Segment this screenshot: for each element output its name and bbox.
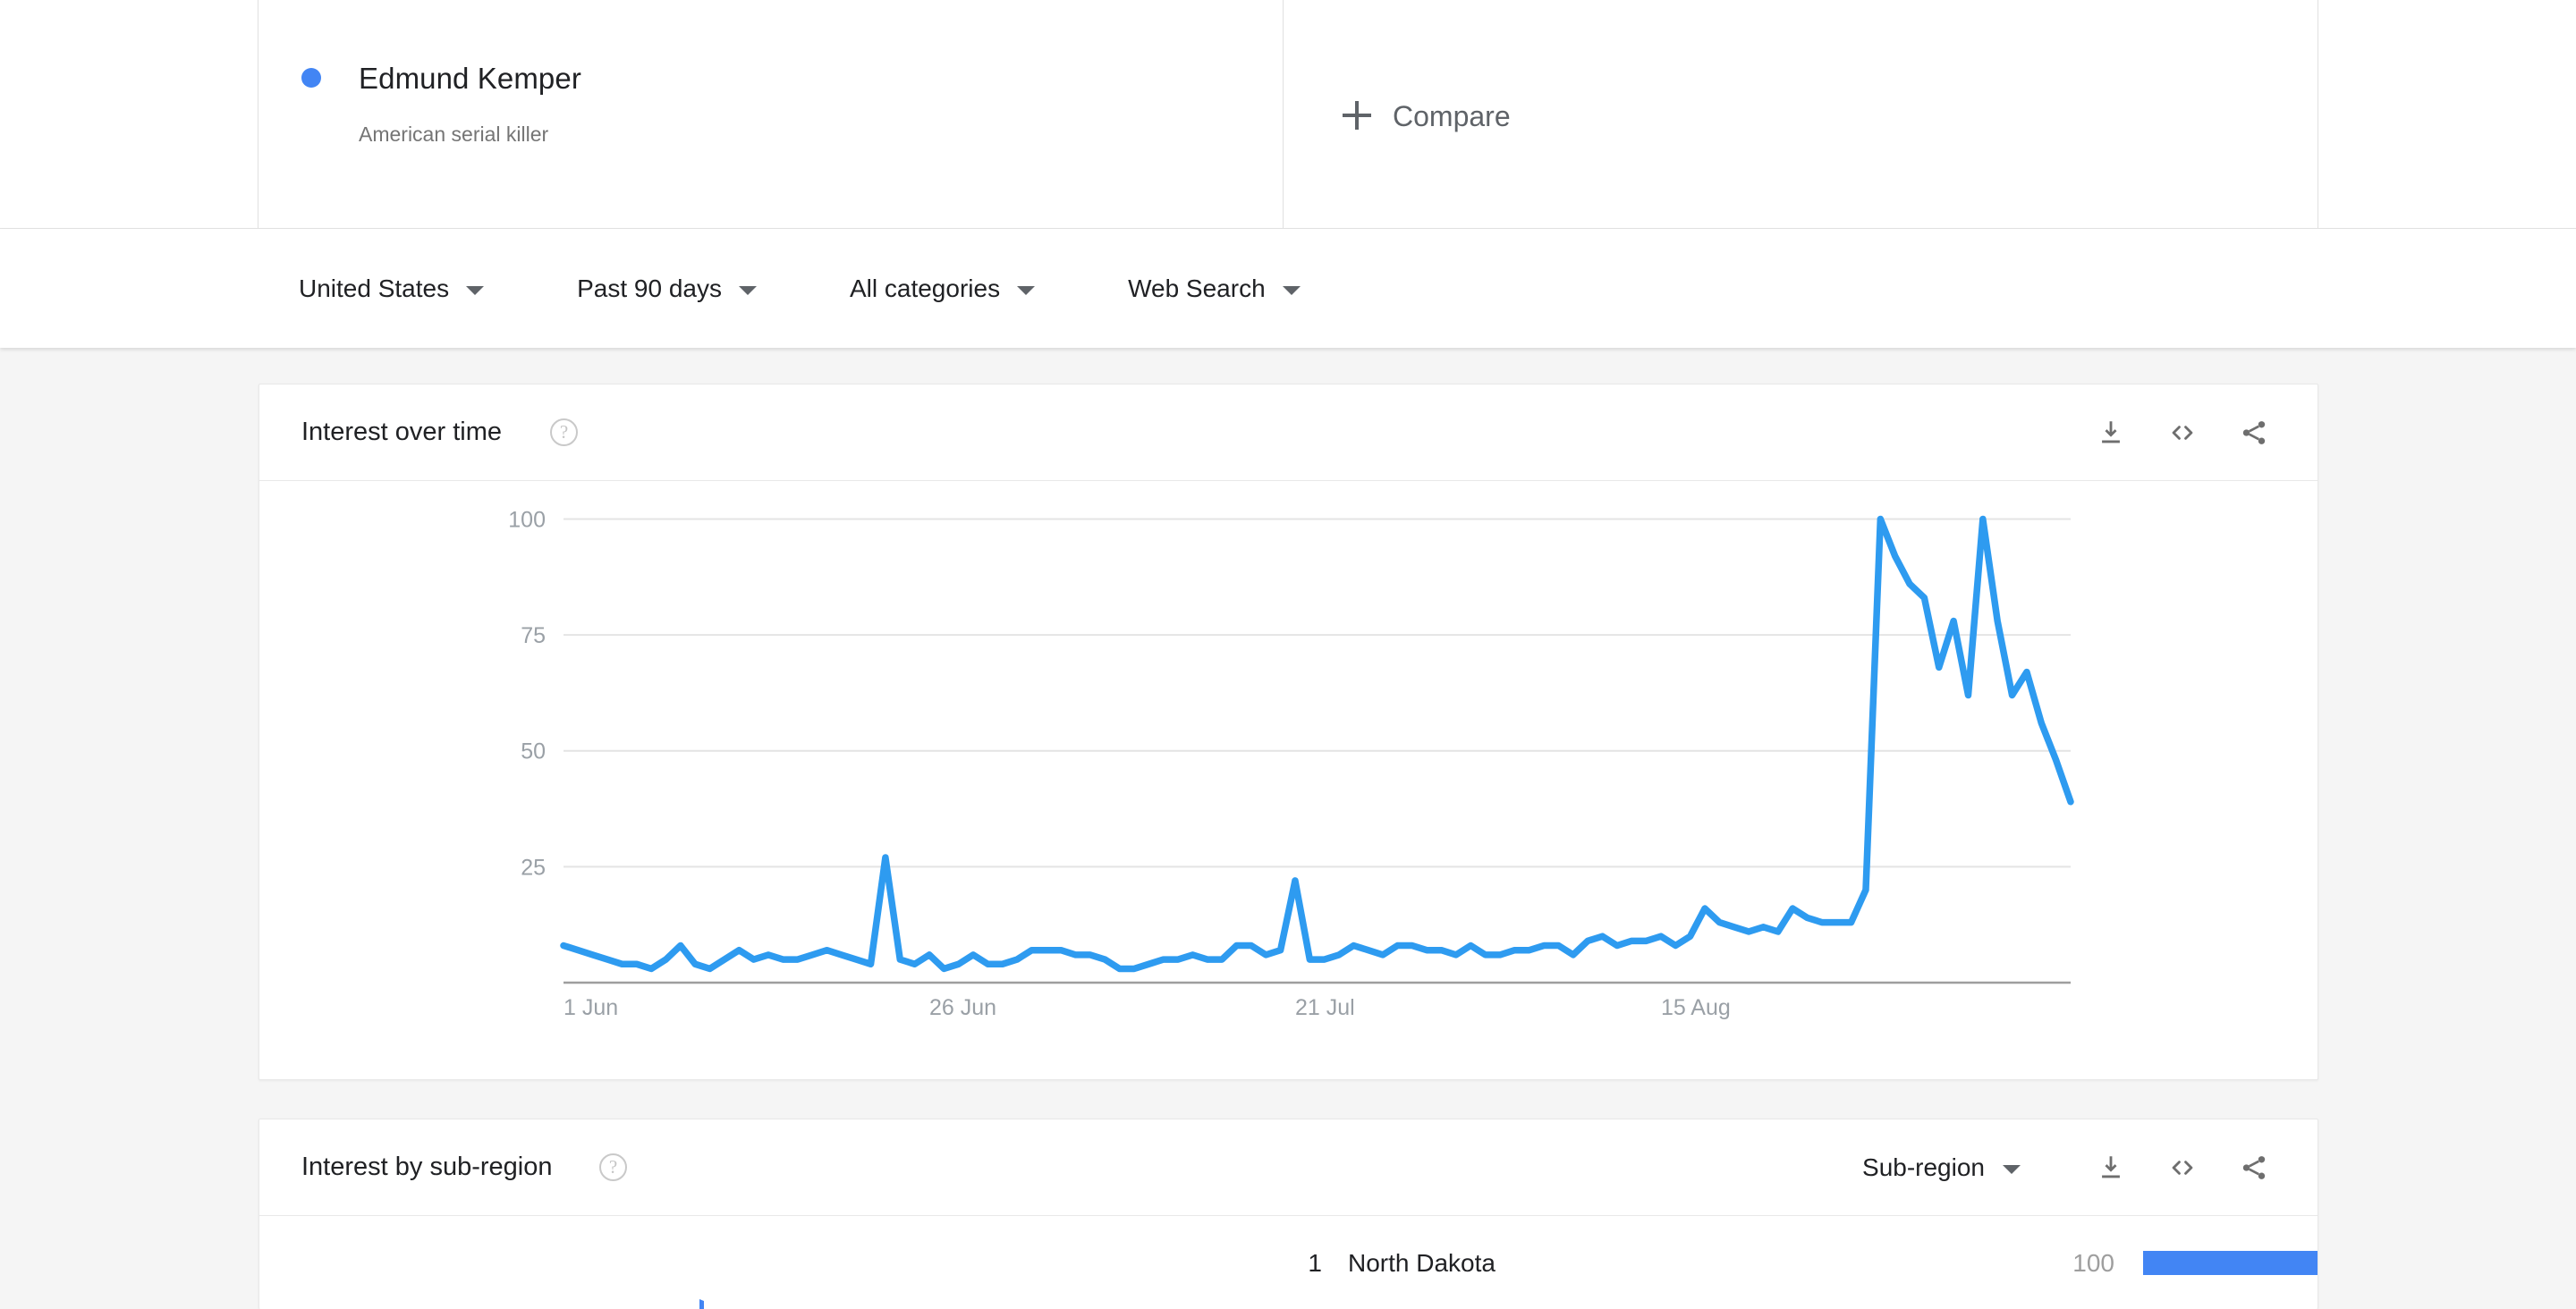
interest-by-subregion-actions: Sub-region [1862,1119,2280,1216]
region-bar-fill [2143,1251,2318,1275]
share-icon[interactable] [2228,1142,2280,1194]
search-term-card[interactable]: Edmund Kemper American serial killer [258,0,1284,228]
chart-y-tick-label: 50 [521,739,546,764]
chevron-down-icon [466,285,485,295]
chart-x-tick-label: 21 Jul [1295,995,1355,1020]
filter-list: United States Past 90 days All categorie… [299,229,1394,348]
help-icon[interactable]: ? [599,1153,627,1181]
interest-by-subregion-header: Interest by sub-region ? Sub-region [259,1119,2318,1216]
chart-gridlines [564,518,2071,868]
term-bar-right-gutter [2318,0,2576,228]
chevron-down-icon [1017,285,1036,295]
chart-x-tick-label: 1 Jun [564,995,618,1020]
term-bar-left-gutter [0,0,258,228]
share-icon[interactable] [2228,407,2280,459]
geo-map-canvas [699,1299,704,1309]
chevron-down-icon [738,285,757,295]
filter-search-type[interactable]: Web Search [1128,274,1301,304]
filter-time-range[interactable]: Past 90 days [577,274,757,304]
search-term-bar: Edmund Kemper American serial killer Com… [0,0,2576,229]
filter-category[interactable]: All categories [849,274,1036,304]
interest-by-subregion-card: Interest by sub-region ? Sub-region 1 No… [258,1119,2318,1309]
chart-y-tick-label: 25 [521,855,546,880]
filter-location-label: United States [299,274,450,302]
help-icon[interactable]: ? [550,418,578,446]
chart-series-line [560,515,2074,973]
region-rank: 1 [1308,1248,1322,1277]
filter-location[interactable]: United States [299,274,485,304]
embed-code-icon[interactable] [2157,407,2208,459]
trends-line-chart[interactable]: 100 75 50 25 1 Jun 26 Jun 21 Jul 15 Aug [259,482,2318,1080]
search-term-description: American serial killer [359,122,549,146]
chevron-down-icon [1282,285,1301,295]
geo-map[interactable] [259,1217,1261,1309]
content-area: Interest over time ? 100 75 50 25 1 Jun … [0,348,2576,1309]
subregion-selector[interactable]: Sub-region [1862,1153,2021,1183]
filter-time-range-label: Past 90 days [577,274,722,302]
search-term-title: Edmund Kemper [359,62,581,95]
interest-over-time-actions [2065,384,2280,481]
region-bar-track [2143,1251,2318,1275]
interest-over-time-title: Interest over time [301,418,503,446]
compare-label: Compare [1393,100,1511,132]
interest-by-subregion-title: Interest by sub-region [301,1153,553,1181]
series-color-dot [301,68,321,88]
filter-bar: United States Past 90 days All categorie… [0,229,2576,348]
table-row[interactable]: 1 North Dakota 100 [1261,1217,2318,1309]
geo-map-region-shape [699,1299,704,1309]
interest-by-subregion-body: 1 North Dakota 100 [259,1217,2318,1309]
chart-x-axis-labels: 1 Jun 26 Jun 21 Jul 15 Aug [564,995,1731,1020]
region-name: North Dakota [1348,1248,1496,1277]
chart-y-tick-label: 75 [521,623,546,648]
interest-over-time-card: Interest over time ? 100 75 50 25 1 Jun … [258,384,2318,1080]
embed-code-icon[interactable] [2157,1142,2208,1194]
download-icon[interactable] [2085,1142,2137,1194]
add-comparison-button[interactable]: Compare [1284,0,2318,228]
plus-icon [1343,101,1371,130]
chart-y-axis-labels: 100 75 50 25 [508,507,546,880]
filter-search-type-label: Web Search [1128,274,1266,302]
region-value: 100 [2072,1248,2114,1277]
chevron-down-icon [2003,1165,2021,1174]
subregion-selector-label: Sub-region [1862,1153,1985,1181]
interest-over-time-header: Interest over time ? [259,384,2318,481]
download-icon[interactable] [2085,407,2137,459]
interest-over-time-chart[interactable]: 100 75 50 25 1 Jun 26 Jun 21 Jul 15 Aug [259,482,2318,1080]
chart-y-tick-label: 100 [508,507,546,532]
chart-x-tick-label: 26 Jun [929,995,996,1020]
chart-x-tick-label: 15 Aug [1661,995,1731,1020]
filter-category-label: All categories [849,274,1001,302]
